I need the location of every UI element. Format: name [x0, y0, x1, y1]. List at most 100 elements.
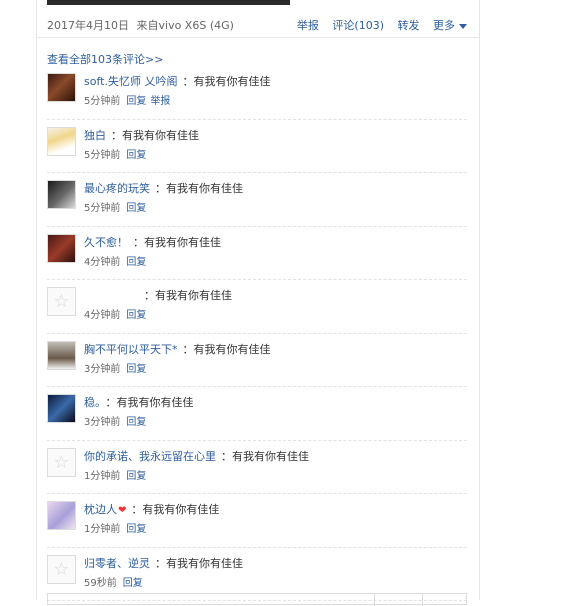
- box-divider: [374, 594, 375, 606]
- comment-line: 独白 ：有我有你有佳佳: [84, 127, 199, 143]
- comment-meta: 4分钟前 回复: [84, 253, 146, 268]
- avatar[interactable]: [47, 180, 76, 209]
- comment-username[interactable]: 胸不平何以平天下*: [84, 343, 178, 356]
- comment-text: 有我有你有佳佳: [166, 556, 243, 570]
- star-icon: ☆: [53, 451, 70, 473]
- reply-link[interactable]: 回复: [126, 310, 146, 321]
- comment-username[interactable]: 久不愈！: [84, 236, 128, 249]
- comment-username[interactable]: 最心疼的玩笑: [84, 182, 150, 195]
- avatar[interactable]: [47, 340, 76, 370]
- avatar[interactable]: [47, 126, 76, 156]
- comment-line: 稳。 ：有我有你有佳佳: [84, 394, 194, 410]
- star-icon: ☆: [53, 558, 70, 580]
- comment-meta: 3分钟前 回复: [84, 360, 146, 375]
- avatar[interactable]: ☆: [47, 287, 76, 316]
- comment-time: 5分钟前: [84, 149, 121, 161]
- colon: ：: [221, 449, 232, 463]
- comment-line: ：有我有你有佳佳: [139, 287, 232, 303]
- comment-username[interactable]: 归零者、逆灵: [84, 557, 150, 570]
- comment-item: 最心疼的玩笑 ：有我有你有佳佳 5分钟前 回复: [47, 173, 467, 227]
- comment-meta: 5分钟前 回复: [84, 146, 146, 161]
- report-comment-link[interactable]: 举报: [150, 96, 170, 107]
- comment-text: 有我有你有佳佳: [166, 182, 243, 195]
- comment-item: soft.失忆师 乂吟阁 ：有我有你有佳佳 5分钟前 回复 举报: [47, 66, 467, 120]
- comment-list: soft.失忆师 乂吟阁 ：有我有你有佳佳 5分钟前 回复 举报 独白 ：有我有你有佳佳…: [47, 66, 467, 601]
- comment-line: 你的承诺、我永远留在心里 ：有我有你有佳佳: [84, 448, 309, 464]
- colon: ：: [133, 235, 144, 249]
- avatar[interactable]: [47, 233, 76, 263]
- comment-text: 有我有你有佳佳: [122, 128, 199, 142]
- reply-link[interactable]: 回复: [123, 578, 143, 589]
- star-icon: ☆: [53, 291, 70, 312]
- colon: ：: [155, 182, 166, 195]
- comment-time: 1分钟前: [84, 470, 121, 482]
- comment-meta: 59秒前 回复: [84, 574, 143, 589]
- report-link[interactable]: 举报: [297, 19, 319, 32]
- comment-line: 最心疼的玩笑 ：有我有你有佳佳: [84, 180, 243, 196]
- comment-time: 59秒前: [84, 577, 117, 589]
- reply-link[interactable]: 回复: [126, 257, 146, 268]
- comment-item: 独白 ：有我有你有佳佳 5分钟前 回复: [47, 120, 467, 173]
- comment-item: 枕边人❤ ：有我有你有佳佳 1分钟前 回复: [47, 494, 467, 548]
- comment-input-box[interactable]: [47, 593, 467, 606]
- comment-meta: 1分钟前 回复: [84, 467, 146, 482]
- colon: ：: [144, 289, 155, 302]
- comment-item: ☆ 你的承诺、我永远留在心里 ：有我有你有佳佳 1分钟前 回复: [47, 441, 467, 494]
- avatar[interactable]: [47, 501, 76, 530]
- comment-username[interactable]: 你的承诺、我永远留在心里: [84, 450, 216, 463]
- comment-time: 3分钟前: [84, 363, 121, 375]
- reply-link[interactable]: 回复: [126, 417, 146, 428]
- comment-line: soft.失忆师 乂吟阁 ：有我有你有佳佳: [84, 73, 270, 89]
- reply-link[interactable]: 回复: [126, 96, 146, 107]
- avatar[interactable]: ☆: [47, 554, 76, 584]
- comment-text: 有我有你有佳佳: [142, 503, 220, 516]
- comment-time: 4分钟前: [84, 310, 121, 321]
- comment-time: 1分钟前: [84, 524, 121, 535]
- comment-meta: 1分钟前 回复: [84, 520, 146, 535]
- avatar[interactable]: [47, 394, 76, 423]
- comment-item: ☆ ：有我有你有佳佳 4分钟前 回复: [47, 280, 467, 334]
- comment-line: 枕边人❤ ：有我有你有佳佳: [84, 501, 219, 517]
- reply-link[interactable]: 回复: [126, 524, 146, 535]
- avatar[interactable]: ☆: [47, 447, 76, 477]
- comment-username[interactable]: 枕边人: [84, 503, 117, 516]
- view-all-comments-link[interactable]: 查看全部103条评论>>: [47, 51, 163, 67]
- comment-username[interactable]: 稳。: [84, 396, 101, 409]
- comment-text: 有我有你有佳佳: [193, 342, 271, 356]
- reply-link[interactable]: 回复: [126, 150, 146, 161]
- comment-meta: 5分钟前 回复: [84, 199, 146, 214]
- comment-text: 有我有你有佳佳: [144, 235, 221, 249]
- divider: [37, 37, 479, 38]
- comment-meta: 5分钟前 回复 举报: [84, 92, 170, 107]
- colon: ：: [182, 75, 194, 88]
- comments-link[interactable]: 评论(103): [332, 19, 384, 32]
- heart-icon: ❤: [118, 505, 127, 516]
- comment-item: 胸不平何以平天下* ：有我有你有佳佳 3分钟前 回复: [47, 334, 467, 387]
- colon: ：: [182, 342, 194, 356]
- comment-text: 有我有你有佳佳: [116, 396, 194, 409]
- comment-username[interactable]: 独白: [84, 129, 106, 142]
- avatar[interactable]: [47, 73, 76, 102]
- more-menu[interactable]: 更多: [433, 19, 467, 32]
- comment-time: 5分钟前: [84, 203, 121, 214]
- comment-line: 久不愈！ ：有我有你有佳佳: [84, 234, 221, 250]
- reply-link[interactable]: 回复: [126, 364, 146, 375]
- comment-meta: 3分钟前 回复: [84, 413, 146, 428]
- comment-text: 有我有你有佳佳: [155, 289, 232, 302]
- post-meta-bar: 2017年4月10日 来自vivo X6S (4G) 举报 评论(103) 转发…: [47, 17, 467, 33]
- post-image[interactable]: [47, 0, 290, 5]
- comment-panel: 2017年4月10日 来自vivo X6S (4G) 举报 评论(103) 转发…: [36, 0, 480, 606]
- post-source: 来自vivo X6S (4G): [136, 19, 234, 32]
- colon: ：: [131, 503, 143, 516]
- reply-link[interactable]: 回复: [126, 203, 146, 214]
- comment-time: 4分钟前: [84, 256, 121, 268]
- reply-link[interactable]: 回复: [126, 471, 146, 482]
- comment-time: 3分钟前: [84, 417, 121, 428]
- repost-link[interactable]: 转发: [398, 19, 420, 32]
- comment-text: 有我有你有佳佳: [193, 75, 271, 88]
- comment-item: 稳。 ：有我有你有佳佳 3分钟前 回复: [47, 387, 467, 441]
- comment-line: 归零者、逆灵 ：有我有你有佳佳: [84, 555, 243, 571]
- more-label: 更多: [433, 19, 455, 32]
- comment-time: 5分钟前: [84, 96, 121, 107]
- comment-username[interactable]: soft.失忆师 乂吟阁: [84, 75, 177, 88]
